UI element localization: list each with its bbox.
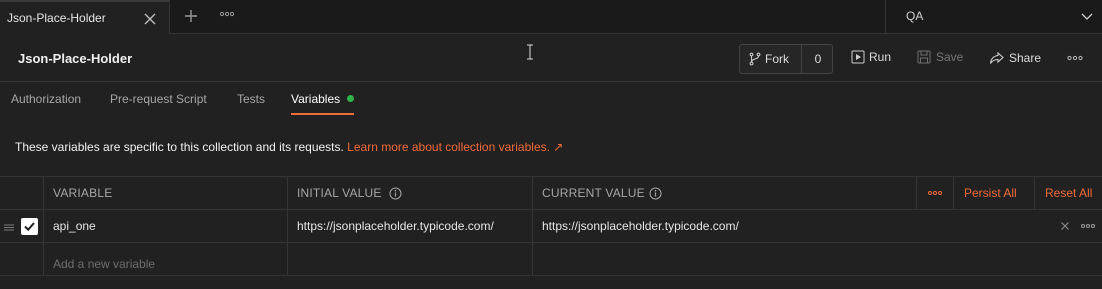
learn-more-link[interactable]: Learn more about collection variables. ↗	[347, 140, 563, 154]
active-tab-indicator	[291, 113, 354, 115]
tab-json-place-holder[interactable]: Json-Place-Holder	[0, 0, 170, 34]
info-description: These variables are specific to this col…	[15, 140, 344, 154]
fork-button[interactable]: Fork	[740, 45, 802, 73]
variable-header: VARIABLE	[53, 186, 113, 200]
more-icon[interactable]	[1066, 49, 1084, 67]
play-icon	[851, 50, 865, 64]
info-text: These variables are specific to this col…	[15, 140, 563, 154]
check-icon	[23, 220, 36, 233]
info-icon[interactable]	[389, 187, 402, 200]
tab-tests[interactable]: Tests	[237, 92, 265, 106]
share-label: Share	[1009, 51, 1042, 65]
fork-label: Fork	[765, 52, 789, 66]
table-row: api_one https://jsonplaceholder.typicode…	[0, 210, 1102, 243]
close-icon[interactable]	[1059, 220, 1071, 232]
tab-label: Json-Place-Holder	[7, 11, 106, 25]
variable-name-field[interactable]: api_one	[53, 219, 96, 233]
variables-table: VARIABLE INITIAL VALUE CURRENT VALUE Per…	[0, 176, 1102, 276]
plus-icon[interactable]	[182, 7, 200, 25]
status-dot	[347, 95, 354, 102]
fork-count[interactable]: 0	[802, 45, 834, 73]
current-value-field[interactable]: https://jsonplaceholder.typicode.com/	[542, 219, 739, 233]
page-title: Json-Place-Holder	[18, 51, 133, 66]
save-button[interactable]: Save	[915, 48, 975, 68]
save-label: Save	[936, 50, 964, 64]
fork-group: Fork 0	[739, 44, 833, 74]
environment-select[interactable]: QA	[885, 0, 1102, 34]
run-label: Run	[869, 50, 892, 64]
share-icon	[989, 51, 1005, 65]
reset-all-button[interactable]: Reset All	[1045, 186, 1092, 200]
drag-handle-icon[interactable]	[3, 221, 15, 233]
info-icon[interactable]	[649, 187, 662, 200]
save-icon	[917, 50, 931, 64]
tab-variables[interactable]: Variables	[291, 92, 340, 106]
table-header: VARIABLE INITIAL VALUE CURRENT VALUE Per…	[0, 177, 1102, 210]
collection-tabs: Authorization Pre-request Script Tests V…	[0, 82, 1102, 116]
fork-icon	[748, 52, 762, 66]
close-icon[interactable]	[141, 10, 159, 28]
tab-pre-request-script[interactable]: Pre-request Script	[110, 92, 207, 106]
new-variable-row: Add a new variable	[0, 243, 1102, 276]
persist-all-button[interactable]: Persist All	[964, 186, 1017, 200]
more-icon[interactable]	[927, 185, 943, 201]
collection-header: Json-Place-Holder Fork 0 Run Save Share	[0, 34, 1102, 82]
text-cursor-icon	[526, 44, 534, 60]
chevron-down-icon	[1080, 9, 1094, 23]
enabled-checkbox[interactable]	[21, 218, 38, 235]
run-button[interactable]: Run	[849, 48, 905, 68]
more-icon[interactable]	[218, 7, 236, 25]
tab-authorization[interactable]: Authorization	[11, 92, 81, 106]
more-icon[interactable]	[1080, 219, 1096, 233]
initial-value-header: INITIAL VALUE	[297, 186, 382, 200]
new-variable-input[interactable]: Add a new variable	[53, 257, 155, 271]
share-button[interactable]: Share	[988, 49, 1048, 69]
environment-label: QA	[906, 9, 924, 23]
initial-value-field[interactable]: https://jsonplaceholder.typicode.com/	[297, 219, 494, 233]
current-value-header: CURRENT VALUE	[542, 186, 645, 200]
tab-bar: Json-Place-Holder QA	[0, 0, 1102, 34]
